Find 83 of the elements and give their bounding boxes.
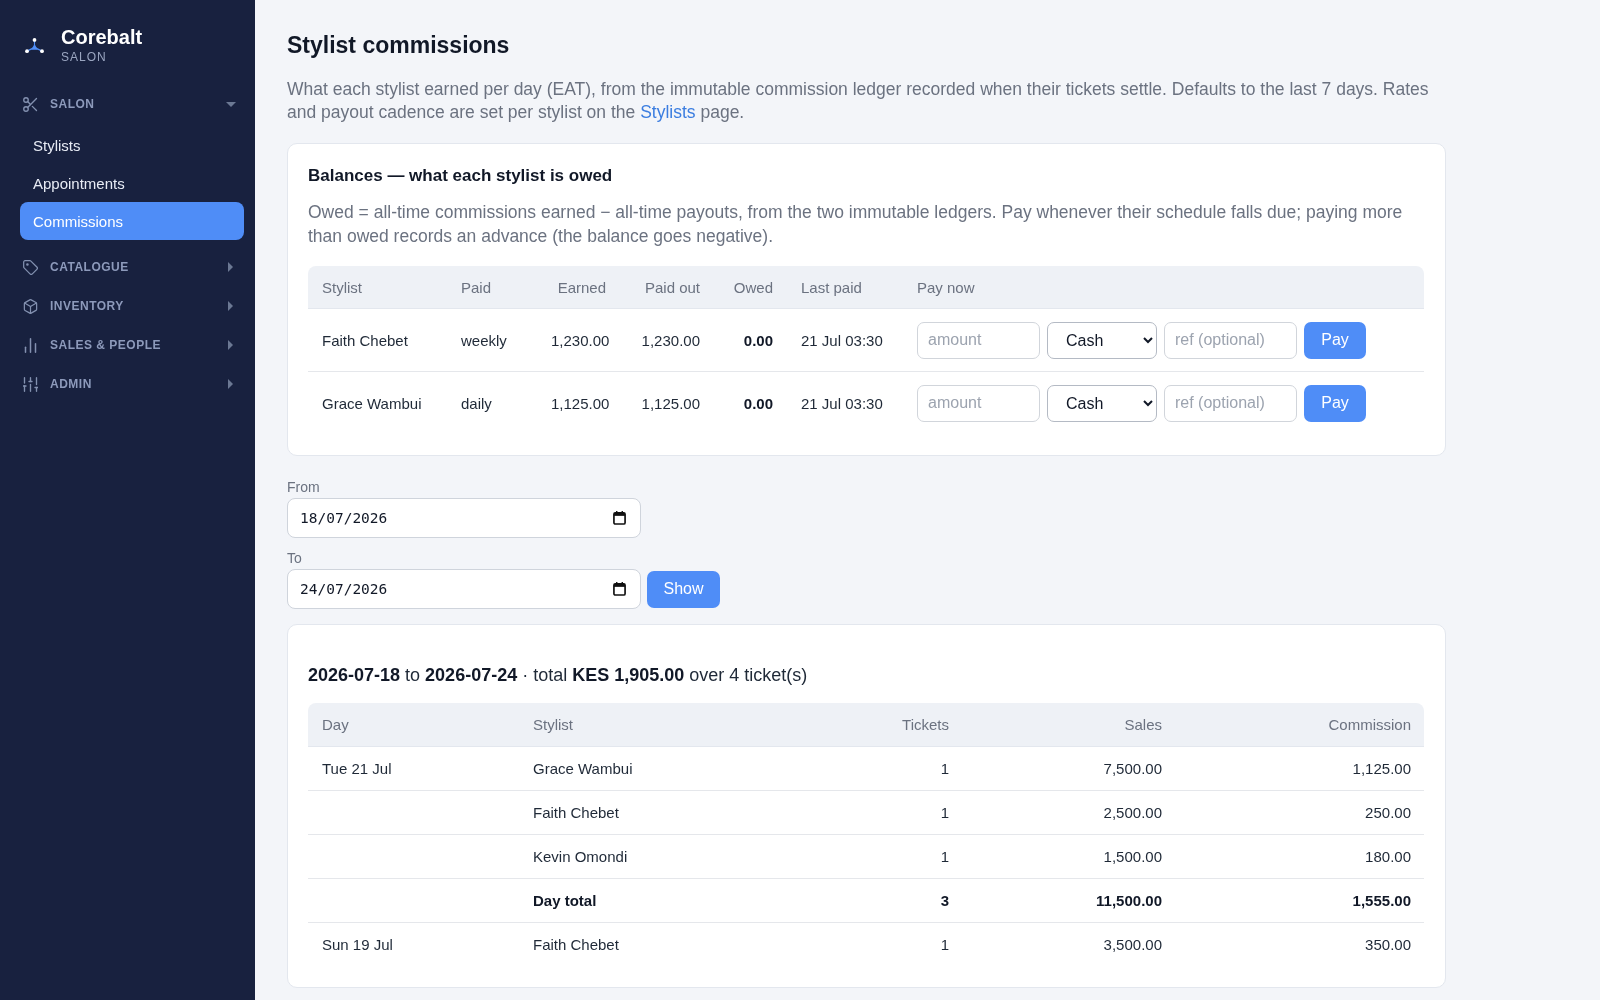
- table-cell-text: 3,500.00: [1102, 935, 1163, 955]
- nav-item[interactable]: Appointments: [20, 164, 244, 202]
- column-header: Commission: [1176, 703, 1424, 747]
- table-cell-text: 350.00: [1364, 935, 1412, 955]
- table-cell-text: 21 Jul 03:30: [800, 393, 884, 414]
- logo-icon: [25, 38, 44, 53]
- section-header[interactable]: CATALOGUE: [20, 248, 244, 286]
- column-header: Paid: [447, 266, 537, 309]
- payment-method-select[interactable]: Cash: [1047, 321, 1157, 359]
- section-header[interactable]: ADMIN: [20, 365, 244, 403]
- table-cell: 1: [813, 791, 963, 835]
- page-description: What each stylist earned per day (EAT), from the immutable commission ledger recorded when their tickets settle. Defaults to the last 7 days. Rates and payout cadence are set per stylist on the Stylists page.: [287, 78, 1430, 124]
- pay-button[interactable]: Pay: [1304, 384, 1366, 422]
- from-date-field[interactable]: 18/07/2026: [287, 498, 641, 538]
- table-cell-text: 1: [939, 935, 950, 955]
- brand-subtitle: SALON: [61, 49, 108, 65]
- column-header: Day: [308, 703, 519, 747]
- table-cell-text: daily: [460, 393, 493, 414]
- payment-method-select[interactable]: Cash: [1047, 384, 1157, 422]
- page-title: Stylist commissions: [287, 31, 511, 60]
- section-header[interactable]: INVENTORY: [20, 287, 244, 325]
- table-cell: 180.00: [1176, 835, 1424, 879]
- table-cell-text: 1,125.00: [550, 393, 611, 414]
- column-header: Last paid: [787, 266, 903, 309]
- table-cell: 11,500.00: [963, 879, 1176, 923]
- bar-chart-icon: [23, 337, 38, 353]
- table-cell: 1,500.00: [963, 835, 1176, 879]
- tag-icon: [23, 259, 38, 275]
- to-date-field[interactable]: 24/07/2026: [287, 569, 641, 609]
- table-cell-text: 1,125.00: [640, 393, 701, 414]
- column-header: Sales: [963, 703, 1176, 747]
- reference-field[interactable]: ref (optional): [1164, 321, 1297, 359]
- table-cell: 7,500.00: [963, 747, 1176, 791]
- cube-icon: [23, 298, 38, 314]
- column-header: Owed: [714, 266, 787, 309]
- table-cell: Day total: [519, 879, 813, 923]
- sliders-icon: [23, 376, 38, 392]
- field-label: From: [287, 478, 320, 496]
- card-title: Balances — what each stylist is owed: [308, 165, 614, 187]
- column-header: Earned: [537, 266, 620, 309]
- amount-field[interactable]: amount: [917, 384, 1040, 422]
- table-cell: 1,230.00: [620, 309, 714, 372]
- table-cell-text: Faith Chebet: [532, 935, 620, 955]
- brand-name: Corebalt: [61, 26, 143, 48]
- table-cell: Faith Chebet: [308, 309, 447, 372]
- table-cell: 21 Jul 03:30: [787, 309, 903, 372]
- table-cell: weekly: [447, 309, 537, 372]
- section-header[interactable]: SALES & PEOPLE: [20, 326, 244, 364]
- card-description: Owed = all-time commissions earned − all-time payouts, from the two immutable ledgers. Pay whenever their schedule falls due; paying more than owed records an advance (the balance goes negative).: [308, 201, 1404, 248]
- table-cell: 1,555.00: [1176, 879, 1424, 923]
- column-header: Paid out: [620, 266, 714, 309]
- pay-button[interactable]: Pay: [1304, 321, 1366, 359]
- table-cell: 1: [813, 747, 963, 791]
- column-header: Stylist: [308, 266, 447, 309]
- results-summary: 2026-07-18 to 2026-07-24 · total KES 1,905.00 over 4 ticket(s): [308, 664, 809, 687]
- reference-field[interactable]: ref (optional): [1164, 384, 1297, 422]
- section-header[interactable]: SALON: [20, 85, 244, 123]
- table-cell: 3: [813, 879, 963, 923]
- table-cell: Faith Chebet: [519, 791, 813, 835]
- table-cell: 250.00: [1176, 791, 1424, 835]
- table-cell-text: Sun 19 Jul: [321, 935, 394, 955]
- table-cell-text: 0.00: [742, 393, 774, 414]
- table-cell: 0.00: [714, 309, 787, 372]
- column-header: Stylist: [519, 703, 813, 747]
- show-button[interactable]: Show: [647, 570, 720, 608]
- table-cell: 1,230.00: [537, 309, 620, 372]
- table-cell: Kevin Omondi: [519, 835, 813, 879]
- table-cell: 1,125.00: [1176, 747, 1424, 791]
- table-cell: 1: [813, 835, 963, 879]
- scissors-icon: [23, 96, 38, 112]
- calendar-icon: [613, 511, 626, 525]
- nav-item[interactable]: Stylists: [20, 126, 244, 164]
- column-header: Tickets: [813, 703, 963, 747]
- table-cell: 2,500.00: [963, 791, 1176, 835]
- table-cell: Tue 21 Jul: [308, 747, 519, 791]
- table-cell-text: Grace Wambui: [321, 393, 423, 414]
- amount-field[interactable]: amount: [917, 321, 1040, 359]
- stylists-link[interactable]: Stylists: [640, 102, 696, 122]
- calendar-icon: [613, 582, 626, 596]
- column-header: Pay now: [903, 266, 1424, 309]
- table-cell: Grace Wambui: [519, 747, 813, 791]
- nav-item[interactable]: Commissions: [20, 202, 244, 240]
- field-label: To: [287, 549, 302, 567]
